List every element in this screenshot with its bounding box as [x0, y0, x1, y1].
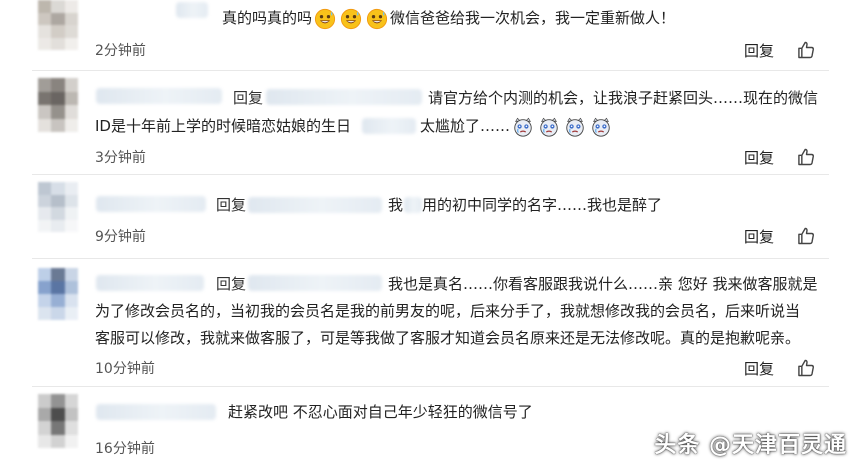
redacted-username — [266, 89, 422, 105]
comment-text-line: 我 — [388, 193, 403, 218]
redacted-username — [248, 197, 382, 213]
thumbs-up-icon[interactable] — [796, 226, 816, 246]
comment-text-line: 客服可以修改，我就来做客服了，可是等我做了客服才知道会员名原来还是无法修改呢。真… — [95, 329, 801, 347]
redacted-text — [404, 197, 422, 213]
comment-text-line: 太尴尬了…… — [420, 114, 614, 139]
reply-prefix: 回复 — [216, 196, 247, 214]
reply-button[interactable]: 回复 — [744, 358, 774, 379]
avatar[interactable] — [38, 268, 78, 320]
comment-text-part: ID是十年前上学的时候暗恋姑娘的生日 — [95, 117, 351, 135]
comment-time: 3分钟前 — [95, 150, 146, 166]
crying-cat-face-emoji — [514, 117, 532, 137]
comment-text-part: 用的初中同学的名字……我也是醉了 — [422, 196, 663, 214]
comment-time: 10分钟前 — [95, 361, 155, 377]
comment-text-part: 真的吗真的吗 — [222, 9, 313, 27]
comment-text-line: 用的初中同学的名字……我也是醉了 — [422, 193, 662, 218]
thumbs-up-icon[interactable] — [796, 40, 816, 60]
divider — [32, 386, 829, 387]
comment-item: 回复 请官方给个内测的机会，让我浪子赶紧回头……现在的微信 ID是十年前上学的时… — [0, 72, 861, 172]
reply-prefix: 回复 — [216, 275, 247, 293]
reply-button[interactable]: 回复 — [744, 147, 774, 168]
comment-item: 回复 我 用的初中同学的名字……我也是醉了 9分钟前 回复 — [0, 176, 861, 256]
comment-text-part: 太尴尬了…… — [420, 117, 511, 135]
avatar[interactable] — [38, 182, 78, 232]
comment-text-line: 为了修改会员名的，当初我的会员名是我的前男友的呢，后来分手了，我就想修改我的会员… — [95, 302, 801, 320]
comment-text: 真的吗真的吗 微信爸爸给我一次机会，我一定重新做人！ — [222, 6, 675, 31]
redacted-username — [96, 275, 204, 291]
redacted-username — [96, 196, 206, 212]
watermark: 头条 @天津百灵通 — [654, 433, 847, 458]
crying-cat-face-emoji — [566, 117, 584, 137]
redacted-text — [176, 2, 208, 18]
redacted-username — [96, 88, 222, 104]
comment-time: 16分钟前 — [95, 441, 155, 457]
reply-prefix: 回复 — [233, 89, 264, 107]
comment-item: 回复 我也是真名……你看客服跟我说什么……亲 您好 我来做客服就是 为了修改会员… — [0, 260, 861, 384]
avatar[interactable] — [38, 78, 78, 132]
grinning-face-with-sweat-emoji — [340, 8, 362, 29]
avatar[interactable] — [38, 0, 78, 50]
comment-text-part: 我 — [388, 196, 404, 214]
comment-item: 真的吗真的吗 微信爸爸给我一次机会，我一定重新做人！ 2分钟前 回复 — [0, 0, 861, 64]
avatar[interactable] — [38, 394, 78, 448]
comment-text-line: 赶紧改吧 不忍心面对自己年少轻狂的微信号了 — [228, 403, 533, 421]
divider — [32, 258, 829, 259]
redacted-username — [248, 275, 382, 291]
divider — [32, 70, 829, 71]
divider — [32, 174, 829, 175]
comment-text-line: ID是十年前上学的时候暗恋姑娘的生日 — [95, 114, 351, 139]
crying-cat-face-emoji — [592, 117, 610, 137]
comment-time: 9分钟前 — [95, 229, 146, 245]
comment-text-line: 我也是真名……你看客服跟我说什么……亲 您好 我来做客服就是 — [388, 275, 818, 293]
grinning-face-with-sweat-emoji — [366, 8, 388, 29]
comment-text-part: 微信爸爸给我一次机会，我一定重新做人！ — [390, 9, 676, 27]
comment-time: 2分钟前 — [95, 43, 146, 59]
thumbs-up-icon[interactable] — [796, 147, 816, 167]
redacted-username — [96, 404, 216, 420]
grinning-face-with-sweat-emoji — [314, 8, 336, 29]
thumbs-up-icon[interactable] — [796, 358, 816, 378]
comment-text-line: 请官方给个内测的机会，让我浪子赶紧回头……现在的微信 — [428, 89, 819, 107]
redacted-text — [362, 118, 416, 134]
comment-feed: 真的吗真的吗 微信爸爸给我一次机会，我一定重新做人！ 2分钟前 回复 回复 请官方… — [0, 0, 861, 468]
reply-button[interactable]: 回复 — [744, 226, 774, 247]
reply-button[interactable]: 回复 — [744, 40, 774, 61]
crying-cat-face-emoji — [540, 117, 558, 137]
